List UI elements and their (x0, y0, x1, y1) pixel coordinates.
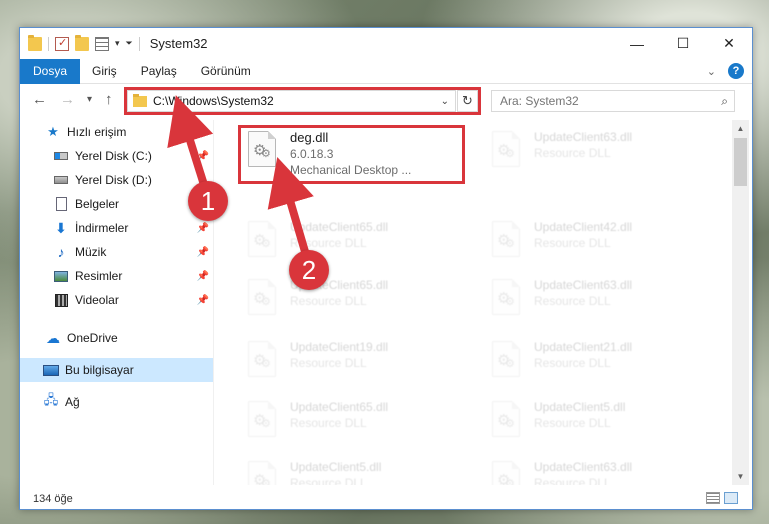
arrow-to-file (267, 156, 314, 257)
step-2-badge: 2 (289, 250, 329, 290)
arrow-to-address-bar (167, 95, 214, 190)
annotation-arrows (167, 95, 314, 257)
step-1-badge: 1 (188, 181, 228, 221)
